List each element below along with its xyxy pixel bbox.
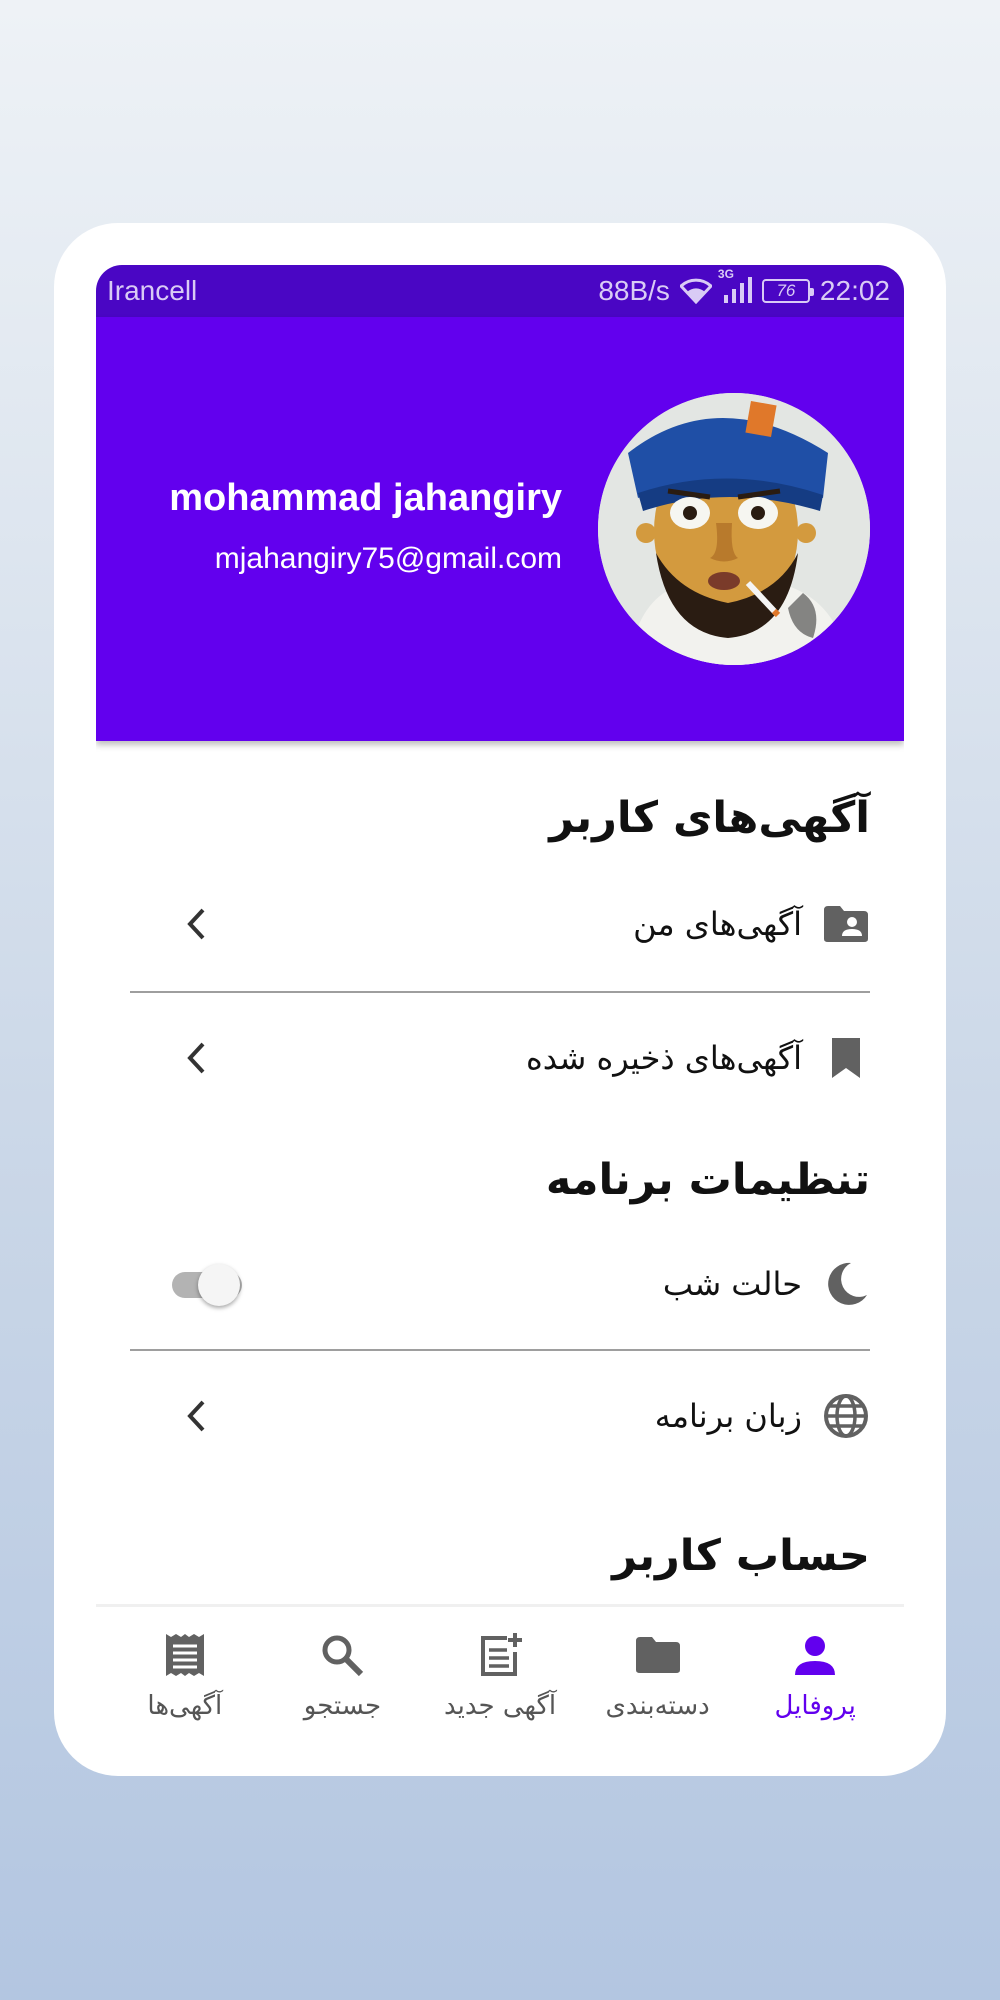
saved-ads-label: آگهی‌های ذخیره شده bbox=[525, 1039, 802, 1077]
my-ads-label: آگهی‌های من bbox=[633, 905, 802, 943]
clock: 22:02 bbox=[819, 275, 890, 306]
signal-icon: 3G bbox=[718, 267, 752, 305]
person-icon bbox=[789, 1629, 841, 1681]
app-language-label: زبان برنامه bbox=[654, 1397, 802, 1435]
network-type: 3G bbox=[717, 267, 734, 281]
user-email: mjahangiry75@gmail.com bbox=[214, 542, 562, 575]
nav-new-ad-label: آگهی جدید bbox=[443, 1691, 557, 1721]
battery-level: 76 bbox=[776, 281, 796, 300]
night-mode-label: حالت شب bbox=[662, 1265, 802, 1303]
nav-categories[interactable]: دسته‌بندی bbox=[579, 1607, 737, 1721]
section-title-user-ads: آگهی‌های کاربر bbox=[549, 793, 870, 843]
nav-profile[interactable]: پروفایل bbox=[736, 1607, 894, 1721]
moon-icon bbox=[822, 1260, 870, 1308]
bookmark-icon bbox=[822, 1034, 870, 1082]
wifi-icon bbox=[679, 278, 712, 304]
list-icon bbox=[159, 1629, 211, 1681]
night-mode-item[interactable]: حالت شب bbox=[130, 1219, 870, 1349]
network-speed: 88B/s bbox=[598, 275, 670, 306]
app-language-item[interactable]: زبان برنامه bbox=[130, 1351, 870, 1481]
chevron-left-icon bbox=[176, 1038, 216, 1078]
globe-icon bbox=[822, 1392, 870, 1440]
carrier-name: Irancell bbox=[107, 275, 198, 306]
chevron-left-icon bbox=[176, 904, 216, 944]
user-name: mohammad jahangiry bbox=[169, 477, 562, 519]
avatar[interactable] bbox=[598, 393, 870, 665]
nav-ads-label: آگهی‌ها bbox=[147, 1691, 223, 1721]
nav-search[interactable]: جستجو bbox=[264, 1607, 422, 1721]
night-mode-toggle[interactable] bbox=[170, 1262, 248, 1306]
search-icon bbox=[316, 1629, 368, 1681]
profile-content: آگهی‌های کاربر آگهی‌های من آگهی‌های ذخیر… bbox=[96, 793, 904, 1595]
status-bar: Irancell 88B/s 3G 76 22:02 bbox=[96, 265, 904, 317]
nav-search-label: جستجو bbox=[303, 1691, 382, 1721]
nav-categories-label: دسته‌بندی bbox=[605, 1691, 710, 1721]
nav-ads[interactable]: آگهی‌ها bbox=[106, 1607, 264, 1721]
nav-new-ad[interactable]: آگهی جدید bbox=[421, 1607, 579, 1721]
post-add-icon bbox=[474, 1629, 526, 1681]
battery-icon: 76 bbox=[761, 279, 814, 303]
status-indicators: 88B/s 3G 76 22:02 bbox=[598, 267, 890, 307]
section-title-app-settings: تنظیمات برنامه bbox=[545, 1155, 870, 1205]
bottom-navigation: پروفایل دسته‌بندی آگهی جدید جستجو آگهی‌ه… bbox=[96, 1604, 904, 1724]
my-ads-item[interactable]: آگهی‌های من bbox=[130, 857, 870, 991]
app-screen: Irancell 88B/s 3G 76 22:02 mohammad jaha… bbox=[96, 265, 904, 1677]
profile-header: mohammad jahangiry mjahangiry75@gmail.co… bbox=[96, 317, 904, 741]
folder-user-icon bbox=[822, 900, 870, 948]
saved-ads-item[interactable]: آگهی‌های ذخیره شده bbox=[130, 993, 870, 1123]
toggle-thumb bbox=[198, 1264, 240, 1306]
folder-icon bbox=[632, 1629, 684, 1681]
nav-profile-label: پروفایل bbox=[774, 1691, 856, 1721]
section-title-account: حساب کاربر bbox=[612, 1531, 870, 1581]
chevron-left-icon bbox=[176, 1396, 216, 1436]
